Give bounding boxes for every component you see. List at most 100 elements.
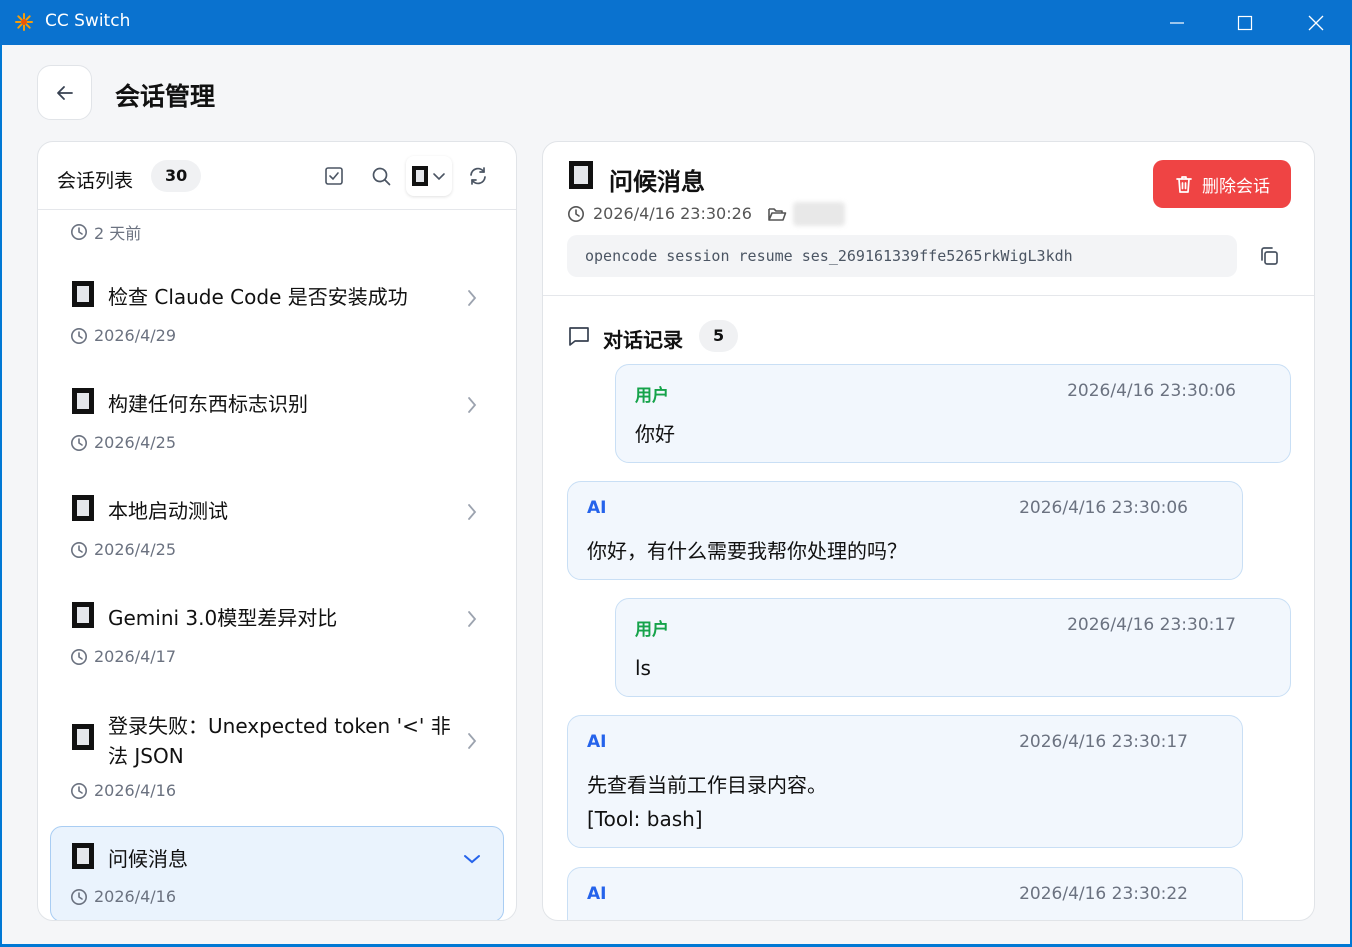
session-title: 本地启动测试 xyxy=(108,499,228,523)
session-time: 2026/4/16 xyxy=(70,887,176,906)
app-logo-icon xyxy=(15,13,33,31)
page-title: 会话管理 xyxy=(115,82,216,111)
message-text: ls xyxy=(635,656,651,680)
opencode-app-icon xyxy=(72,495,94,521)
refresh-button[interactable] xyxy=(466,164,490,188)
session-time-text: 2 天前 xyxy=(94,224,142,243)
opencode-app-icon xyxy=(72,724,94,750)
message-role: AI xyxy=(587,884,607,904)
delete-session-label: 删除会话 xyxy=(1202,176,1270,197)
message-text: 你好 xyxy=(635,422,675,446)
message-time: 2026/4/16 23:30:17 xyxy=(1019,732,1188,752)
conversation-count-badge: 5 xyxy=(699,320,739,352)
back-button[interactable] xyxy=(37,65,92,120)
session-list-header: 会话列表 30 xyxy=(38,142,516,210)
session-timestamp-text: 2026/4/16 23:30:26 xyxy=(593,204,752,223)
chevron-right-icon xyxy=(468,397,477,413)
message-ai: AI 2026/4/16 23:30:17 先查看当前工作目录内容。 [Tool… xyxy=(567,715,1243,848)
message-user: 用户 2026/4/16 23:30:06 你好 xyxy=(615,364,1291,463)
opencode-app-icon xyxy=(72,388,94,414)
trash-icon xyxy=(1176,176,1192,193)
session-directory[interactable] xyxy=(767,202,845,226)
opencode-app-icon xyxy=(72,281,94,307)
clock-icon xyxy=(71,434,87,451)
session-count-badge: 30 xyxy=(151,160,202,192)
title-bar: CC Switch xyxy=(0,0,1352,45)
message-time: 2026/4/16 23:30:06 xyxy=(1019,498,1188,518)
chevron-right-icon xyxy=(468,611,477,627)
folder-open-icon xyxy=(768,208,787,221)
session-item[interactable]: 检查 Claude Code 是否安装成功 2026/4/29 xyxy=(50,271,504,371)
session-time: 2026/4/29 xyxy=(70,326,176,345)
message-role: AI xyxy=(587,732,607,752)
clock-icon xyxy=(71,782,87,799)
session-title: 构建任何东西标志识别 xyxy=(108,392,308,416)
session-item[interactable]: 本地启动测试 2026/4/25 xyxy=(50,485,504,585)
search-icon xyxy=(372,167,391,186)
session-time-text: 2026/4/29 xyxy=(94,326,177,345)
close-window-button[interactable] xyxy=(1293,0,1339,45)
clock-icon xyxy=(71,648,87,665)
redacted-directory-path xyxy=(793,202,845,226)
session-time: 2026/4/25 xyxy=(70,433,176,452)
session-list-title: 会话列表 xyxy=(57,170,134,192)
delete-session-button[interactable]: 删除会话 xyxy=(1153,160,1291,208)
clock-icon xyxy=(568,205,584,222)
session-timestamp: 2026/4/16 23:30:26 xyxy=(567,204,752,223)
message-text: 你好，有什么需要我帮你处理的吗？ xyxy=(587,539,907,563)
provider-filter-dropdown[interactable] xyxy=(406,156,452,196)
clock-icon xyxy=(71,541,87,558)
chevron-right-icon xyxy=(468,733,477,749)
chevron-right-icon xyxy=(468,504,477,520)
session-time-text: 2026/4/16 xyxy=(94,887,177,906)
conversation-title: 对话记录 xyxy=(603,328,683,352)
session-item[interactable]: 登录失败：Unexpected token '<' 非法 JSON 2026/4… xyxy=(50,699,504,829)
copy-command-button[interactable] xyxy=(1257,244,1283,270)
refresh-icon xyxy=(470,167,486,185)
detail-divider xyxy=(543,295,1314,296)
message-time: 2026/4/16 23:30:22 xyxy=(1019,884,1188,904)
clock-icon xyxy=(71,888,87,905)
minimize-button[interactable] xyxy=(1154,0,1200,45)
message-ai: AI 2026/4/16 23:30:06 你好，有什么需要我帮你处理的吗？ xyxy=(567,481,1243,580)
message-square-icon xyxy=(569,327,589,346)
resume-command-box[interactable]: opencode session resume ses_269161339ffe… xyxy=(567,235,1237,277)
maximize-button[interactable] xyxy=(1222,0,1268,45)
session-title: 问候消息 xyxy=(108,847,188,871)
message-time: 2026/4/16 23:30:17 xyxy=(1067,615,1236,635)
session-list-panel: 会话列表 30 2 天前 检查 Claude Code 是否安装成功 2026/… xyxy=(37,141,517,921)
session-time-text: 2026/4/25 xyxy=(94,540,177,559)
session-time: 2 天前 xyxy=(70,220,141,244)
session-item-active[interactable]: 问候消息 2026/4/16 xyxy=(50,826,504,920)
message-time: 2026/4/16 23:30:06 xyxy=(1067,381,1236,401)
message-role: 用户 xyxy=(635,386,669,406)
select-mode-button[interactable] xyxy=(322,164,346,188)
chevron-down-icon xyxy=(433,173,445,181)
window-title: CC Switch xyxy=(45,11,131,31)
close-icon xyxy=(1308,15,1324,30)
message-text: 先查看当前工作目录内容。 [Tool: bash] xyxy=(587,773,827,831)
message-role: 用户 xyxy=(635,620,669,640)
chevron-right-icon xyxy=(468,290,477,306)
session-title: 检查 Claude Code 是否安装成功 xyxy=(108,285,408,309)
session-item[interactable]: Gemini 3.0模型差异对比 2026/4/17 xyxy=(50,592,504,692)
chevron-down-icon xyxy=(464,855,480,864)
opencode-app-icon xyxy=(569,161,593,189)
session-time-text: 2026/4/25 xyxy=(94,433,177,452)
opencode-app-icon xyxy=(412,166,428,186)
clock-icon xyxy=(71,224,87,240)
session-time: 2026/4/25 xyxy=(70,540,176,559)
session-item[interactable]: 2 天前 xyxy=(50,211,504,251)
copy-icon xyxy=(1261,247,1278,265)
opencode-app-icon xyxy=(72,602,94,628)
search-button[interactable] xyxy=(369,164,393,188)
session-time: 2026/4/17 xyxy=(70,647,176,666)
checkbox-icon xyxy=(325,167,343,185)
session-title: Gemini 3.0模型差异对比 xyxy=(108,606,338,630)
session-time-text: 2026/4/16 xyxy=(94,781,177,800)
session-item[interactable]: 构建任何东西标志识别 2026/4/25 xyxy=(50,378,504,478)
minimize-icon xyxy=(1170,21,1184,24)
session-detail-panel: 问候消息 删除会话 2026/4/16 23:30:26 opencode se… xyxy=(542,141,1315,921)
session-title: 登录失败：Unexpected token '<' 非法 JSON xyxy=(108,714,451,768)
session-time-text: 2026/4/17 xyxy=(94,647,177,666)
